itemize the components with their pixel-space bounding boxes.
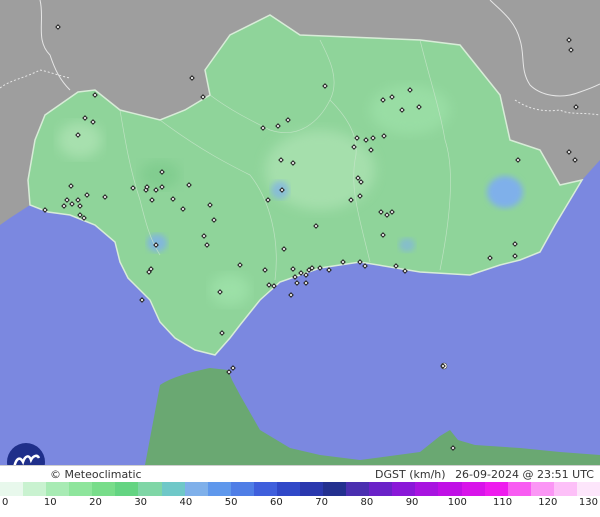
- variable-label: DGST (km/h): [375, 468, 446, 481]
- color-swatch: [576, 482, 600, 496]
- scale-tick-label: 130: [578, 497, 598, 508]
- brand-label: © Meteoclimatic: [50, 468, 142, 481]
- scale-tick-label: 30: [134, 497, 148, 508]
- scale-tick-label: 10: [43, 497, 57, 508]
- timestamp-label: 26-09-2024 @ 23:51 UTC: [455, 468, 594, 481]
- color-scale-bar: [0, 482, 600, 496]
- color-swatch: [230, 482, 254, 496]
- color-swatch: [276, 482, 301, 496]
- scale-tick-label: 90: [405, 497, 419, 508]
- color-swatch: [92, 482, 116, 496]
- scale-tick-label: 60: [270, 497, 283, 508]
- scale-tick-label: 40: [179, 497, 193, 508]
- scale-tick-label: 120: [538, 497, 558, 508]
- color-swatch: [115, 482, 139, 496]
- scale-tick-label: 80: [360, 497, 374, 508]
- color-scale-legend: 0 10 20 30 40 50 60 70 80 90 100 110 120 130: [0, 482, 600, 517]
- scale-tick-label: 20: [89, 497, 102, 508]
- scale-tick-label: 0: [2, 497, 9, 508]
- color-swatch: [46, 482, 70, 496]
- color-swatch: [138, 482, 162, 496]
- map-canvas: [0, 0, 600, 465]
- color-swatch: [461, 482, 485, 496]
- color-swatch: [507, 482, 531, 496]
- weather-map[interactable]: [0, 0, 600, 465]
- color-swatch: [553, 482, 577, 496]
- color-swatch: [207, 482, 231, 496]
- color-swatch: [184, 482, 208, 496]
- color-swatch: [346, 482, 370, 496]
- scale-tick-label: 50: [224, 497, 238, 508]
- footer-bar: © Meteoclimatic DGST (km/h) 26-09-2024 @…: [0, 465, 600, 483]
- color-swatch: [0, 482, 24, 496]
- color-swatch: [300, 482, 324, 496]
- color-swatch: [438, 482, 462, 496]
- product-info: DGST (km/h) 26-09-2024 @ 23:51 UTC: [369, 468, 594, 481]
- color-swatch: [69, 482, 93, 496]
- color-scale-ticks: 0 10 20 30 40 50 60 70 80 90 100 110 120 130: [0, 497, 600, 517]
- color-swatch: [369, 482, 393, 496]
- color-swatch: [530, 482, 554, 496]
- color-swatch: [392, 482, 416, 496]
- color-swatch: [323, 482, 347, 496]
- color-swatch: [161, 482, 185, 496]
- scale-tick-label: 100: [447, 497, 467, 508]
- scale-tick-label: 110: [492, 497, 513, 508]
- color-swatch: [415, 482, 439, 496]
- scale-tick-label: 70: [315, 497, 328, 508]
- color-swatch: [253, 482, 277, 496]
- color-swatch: [23, 482, 47, 496]
- color-swatch: [484, 482, 508, 496]
